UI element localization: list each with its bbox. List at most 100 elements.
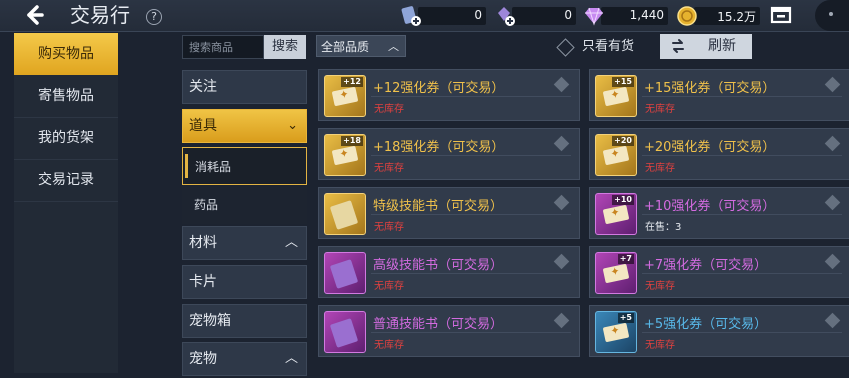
only-in-stock-label: 只看有货	[582, 39, 635, 54]
enhance-level-tag: +7	[617, 254, 634, 264]
currency-gold[interactable]: 15.2万	[676, 5, 760, 27]
item-card[interactable]: +20 +20强化券（可交易） 无库存	[589, 128, 849, 180]
nav-item-buy[interactable]: 购买物品	[14, 33, 118, 75]
category-pets[interactable]: 宠物 ︿	[182, 342, 307, 376]
category-follow[interactable]: 关注	[182, 70, 307, 104]
category-props[interactable]: 道具 ⌄	[182, 109, 307, 143]
item-name: +20强化券（可交易）	[644, 140, 776, 155]
item-name: +7强化券（可交易）	[644, 258, 768, 273]
gem-plus-icon	[498, 7, 515, 26]
page-title: 交易行	[70, 3, 130, 27]
quality-filter-dropdown[interactable]: 全部品质 ︿	[316, 35, 406, 57]
category-pet-box[interactable]: 宠物箱	[182, 304, 307, 338]
item-card[interactable]: 特级技能书（可交易） 无库存	[318, 187, 580, 239]
favorite-diamond-icon[interactable]	[824, 312, 841, 329]
card-plus-icon	[401, 6, 421, 26]
category-cards[interactable]: 卡片	[182, 265, 307, 299]
enhance-ticket-icon: +20	[595, 134, 637, 176]
enhance-ticket-icon: +7	[595, 252, 637, 294]
stock-status: 无库存	[645, 104, 675, 115]
enhance-level-tag: +15	[612, 77, 634, 87]
skill-book-icon	[324, 193, 366, 235]
enhance-level-tag: +10	[612, 195, 634, 205]
item-card[interactable]: +7 +7强化券（可交易） 无库存	[589, 246, 849, 298]
chevron-down-icon: ⌄	[287, 118, 298, 133]
category-label: 材料	[189, 235, 217, 251]
chevron-up-icon: ︿	[284, 351, 298, 366]
refresh-label: 刷新	[708, 38, 736, 54]
nav-item-trade-record[interactable]: 交易记录	[14, 159, 118, 202]
enhance-level-tag: +5	[617, 313, 634, 323]
currency-card-ticket[interactable]: 0	[400, 5, 486, 27]
stock-status: 无库存	[645, 340, 675, 351]
diamond-icon	[585, 7, 603, 26]
enhance-ticket-icon: +18	[324, 134, 366, 176]
item-name: +12强化券（可交易）	[373, 81, 505, 96]
enhance-ticket-icon: +15	[595, 75, 637, 117]
subcategory-consumables[interactable]: 消耗品	[182, 147, 307, 185]
top-bar: 交易行 ? 0 0 1,440 15.2万	[0, 0, 849, 32]
currency-value: 15.2万	[717, 10, 756, 24]
help-icon[interactable]: ?	[146, 9, 162, 25]
item-card[interactable]: +10 +10强化券（可交易） 在售：3	[589, 187, 849, 239]
stock-status: 无库存	[645, 281, 675, 292]
favorite-diamond-icon[interactable]	[553, 253, 570, 270]
enhance-ticket-icon: +12	[324, 75, 366, 117]
currency-diamond[interactable]: 1,440	[583, 5, 668, 27]
currency-value: 0	[474, 8, 482, 22]
favorite-diamond-icon[interactable]	[553, 312, 570, 329]
subcategory-potions[interactable]: 药品	[182, 186, 307, 224]
item-name: +5强化券（可交易）	[644, 317, 768, 332]
search-button[interactable]: 搜索	[264, 35, 306, 59]
favorite-diamond-icon[interactable]	[824, 76, 841, 93]
item-name: +18强化券（可交易）	[373, 140, 505, 155]
category-materials[interactable]: 材料 ︿	[182, 226, 307, 260]
currency-value: 1,440	[629, 8, 664, 22]
chevron-up-icon: ︿	[388, 40, 399, 53]
stock-status: 无库存	[374, 104, 404, 115]
only-in-stock-toggle[interactable]: 只看有货	[556, 37, 634, 57]
skill-book-icon	[324, 311, 366, 353]
enhance-level-tag: +18	[341, 136, 363, 146]
checkbox-icon	[556, 38, 575, 57]
item-name: 普通技能书（可交易）	[373, 317, 504, 332]
item-card[interactable]: 高级技能书（可交易） 无库存	[318, 246, 580, 298]
favorite-diamond-icon[interactable]	[553, 194, 570, 211]
back-arrow-icon[interactable]	[20, 2, 50, 28]
stock-status: 无库存	[374, 163, 404, 174]
enhance-level-tag: +20	[612, 136, 634, 146]
category-label: 关注	[189, 79, 217, 95]
currency-gem[interactable]: 0	[494, 5, 576, 27]
refresh-button[interactable]: 刷新	[660, 34, 752, 59]
chevron-up-icon: ︿	[284, 235, 298, 250]
enhance-level-tag: +12	[341, 77, 363, 87]
item-card[interactable]: 普通技能书（可交易） 无库存	[318, 305, 580, 357]
item-name: +10强化券（可交易）	[644, 199, 776, 214]
category-label: 宠物	[189, 351, 217, 367]
nav-item-consign[interactable]: 寄售物品	[14, 75, 118, 118]
stock-status: 无库存	[374, 281, 404, 292]
nav-item-my-shelf[interactable]: 我的货架	[14, 117, 118, 160]
category-label: 道具	[189, 118, 217, 134]
favorite-diamond-icon[interactable]	[824, 135, 841, 152]
item-card[interactable]: +15 +15强化券（可交易） 无库存	[589, 69, 849, 121]
favorite-diamond-icon[interactable]	[553, 76, 570, 93]
favorite-diamond-icon[interactable]	[553, 135, 570, 152]
more-menu-button[interactable]	[815, 0, 849, 31]
item-card[interactable]: +18 +18强化券（可交易） 无库存	[318, 128, 580, 180]
item-card[interactable]: +5 +5强化券（可交易） 无库存	[589, 305, 849, 357]
stock-status: 无库存	[374, 222, 404, 233]
skill-book-icon	[324, 252, 366, 294]
item-card[interactable]: +12 +12强化券（可交易） 无库存	[318, 69, 580, 121]
stock-status: 在售：3	[645, 222, 682, 233]
item-name: +15强化券（可交易）	[644, 81, 776, 96]
refresh-icon	[672, 39, 684, 53]
category-label: 卡片	[189, 274, 217, 290]
favorite-diamond-icon[interactable]	[824, 253, 841, 270]
search-input[interactable]: 搜索商品	[182, 35, 264, 59]
item-name: 高级技能书（可交易）	[373, 258, 504, 273]
currency-value: 0	[564, 8, 572, 22]
quality-filter-label: 全部品质	[321, 40, 370, 54]
favorite-diamond-icon[interactable]	[824, 194, 841, 211]
mailbox-icon[interactable]	[770, 5, 792, 25]
